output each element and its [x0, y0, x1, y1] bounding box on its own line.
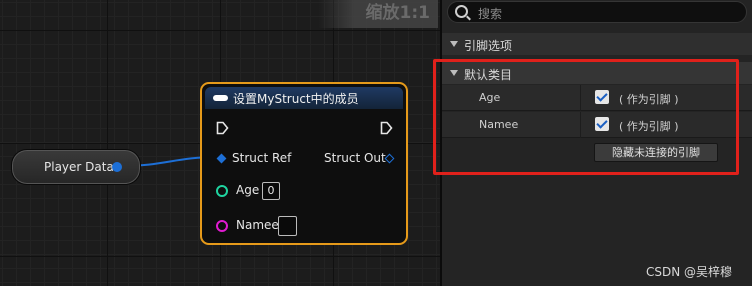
watermark: CSDN @吴梓穆	[646, 265, 733, 279]
node-header: 设置MyStruct中的成员	[205, 87, 403, 109]
annotation-highlight-box	[433, 59, 739, 175]
struct-ref-label: Struct Ref	[232, 151, 292, 165]
age-value-input[interactable]: 0	[262, 182, 280, 200]
chevron-down-icon	[450, 41, 458, 47]
search-icon	[455, 5, 468, 18]
age-label: Age	[236, 183, 260, 197]
namee-pin[interactable]	[216, 220, 228, 232]
exec-input-pin[interactable]	[216, 121, 229, 135]
category-pin-options-label: 引脚选项	[464, 39, 513, 53]
namee-label: Namee	[236, 218, 279, 232]
exec-output-pin[interactable]	[380, 121, 393, 135]
category-pin-options[interactable]: 引脚选项	[442, 33, 752, 55]
search-box[interactable]: 搜索	[447, 1, 747, 23]
node-title: 设置MyStruct中的成员	[233, 92, 359, 106]
struct-out-pin[interactable]	[384, 153, 395, 164]
blueprint-graph[interactable]: 缩放1:1 Player Data 设置MyStruct中的成员 Struct …	[0, 0, 440, 286]
search-placeholder: 搜索	[478, 7, 503, 21]
struct-out-label: Struct Out	[324, 151, 386, 165]
player-data-node[interactable]: Player Data	[11, 149, 141, 185]
set-members-node[interactable]: 设置MyStruct中的成员 Struct Ref Struct Out Age…	[200, 82, 408, 245]
struct-output-pin[interactable]	[112, 162, 122, 172]
function-icon	[213, 95, 228, 101]
namee-value-input[interactable]	[278, 216, 297, 236]
age-pin[interactable]	[216, 185, 228, 197]
struct-ref-pin[interactable]	[216, 153, 227, 164]
player-data-label: Player Data	[44, 160, 114, 174]
